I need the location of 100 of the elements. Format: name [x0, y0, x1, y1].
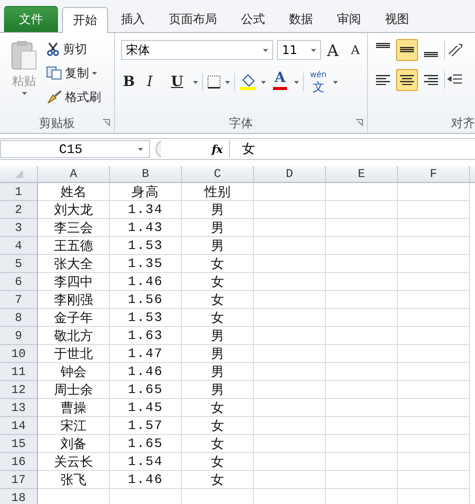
dialog-launcher-icon[interactable]: [356, 119, 363, 126]
border-icon[interactable]: [207, 75, 221, 89]
empty-cell: [398, 381, 470, 399]
table-cell: 身高: [110, 183, 182, 201]
empty-cell: [326, 417, 398, 435]
insert-function-button[interactable]: fx: [212, 142, 223, 156]
table-cell: 女: [182, 291, 254, 309]
dialog-launcher-icon[interactable]: [103, 119, 110, 126]
font-name-field[interactable]: 宋体: [121, 40, 273, 60]
align-middle-icon: [400, 47, 414, 53]
phonetic-button[interactable]: wén 文: [308, 71, 329, 93]
empty-cell: [398, 219, 470, 237]
row-header[interactable]: 3: [0, 219, 38, 237]
align-center-icon: [400, 74, 414, 86]
row-header[interactable]: 8: [0, 309, 38, 327]
empty-cell: [254, 309, 326, 327]
row-header[interactable]: 6: [0, 273, 38, 291]
shrink-font-button[interactable]: A: [349, 39, 369, 61]
bold-button[interactable]: B: [121, 71, 141, 93]
empty-cell: [254, 273, 326, 291]
table-cell: 李三会: [38, 219, 110, 237]
table-cell: 李四中: [38, 273, 110, 291]
fill-bucket-icon[interactable]: [239, 74, 257, 90]
row-header[interactable]: 17: [0, 471, 38, 489]
ribbon-tab[interactable]: 插入: [110, 6, 156, 32]
brush-icon: [46, 90, 62, 104]
table-cell: 男: [182, 219, 254, 237]
table-cell: 男: [182, 327, 254, 345]
format-painter-button[interactable]: 格式刷: [44, 87, 103, 107]
ribbon-tab[interactable]: 开始: [62, 7, 108, 33]
caret-icon: [22, 92, 26, 95]
column-header[interactable]: C: [182, 166, 254, 183]
italic-button[interactable]: I: [145, 71, 165, 93]
column-header[interactable]: E: [326, 166, 398, 183]
font-size-field[interactable]: 11: [277, 40, 321, 60]
table-cell: 女: [182, 399, 254, 417]
underline-button[interactable]: U: [169, 71, 189, 93]
row-header[interactable]: 1: [0, 183, 38, 201]
cut-button[interactable]: 剪切: [44, 39, 103, 59]
copy-button[interactable]: 复制: [44, 63, 103, 83]
align-right-icon: [424, 74, 438, 86]
empty-cell: [398, 273, 470, 291]
empty-cell: [254, 417, 326, 435]
empty-cell: [254, 327, 326, 345]
table-cell: 张飞: [38, 471, 110, 489]
orientation-icon[interactable]: [447, 42, 463, 58]
table-cell: 性别: [182, 183, 254, 201]
align-button[interactable]: [396, 69, 418, 91]
table-cell: 1.65: [110, 435, 182, 453]
table-cell: 1.34: [110, 201, 182, 219]
file-tab[interactable]: 文件: [4, 6, 58, 32]
caret-icon: [332, 80, 338, 84]
table-cell: 于世北: [38, 345, 110, 363]
empty-cell: [398, 183, 470, 201]
row-header[interactable]: 14: [0, 417, 38, 435]
formula-field[interactable]: 女: [230, 140, 255, 158]
empty-cell: [254, 237, 326, 255]
row-header[interactable]: 16: [0, 453, 38, 471]
ribbon-tab[interactable]: 公式: [230, 6, 276, 32]
table-cell: 姓名: [38, 183, 110, 201]
ribbon-tab[interactable]: 视图: [374, 6, 420, 32]
table-cell: 男: [182, 237, 254, 255]
table-cell: 1.53: [110, 309, 182, 327]
column-header[interactable]: F: [398, 166, 470, 183]
row-header[interactable]: 5: [0, 255, 38, 273]
name-box[interactable]: C15: [0, 140, 150, 158]
column-header[interactable]: B: [110, 166, 182, 183]
row-header[interactable]: 11: [0, 363, 38, 381]
caret-icon: [261, 80, 266, 84]
column-header[interactable]: A: [38, 166, 110, 183]
table-cell: 1.63: [110, 327, 182, 345]
row-header[interactable]: 9: [0, 327, 38, 345]
align-button[interactable]: [396, 39, 418, 61]
ribbon-tab[interactable]: 数据: [278, 6, 324, 32]
ribbon-tab[interactable]: 页面布局: [158, 6, 228, 32]
empty-cell: [398, 345, 470, 363]
empty-cell: [398, 453, 470, 471]
row-header[interactable]: 7: [0, 291, 38, 309]
table-cell: 女: [182, 453, 254, 471]
empty-cell: [326, 219, 398, 237]
table-cell: 男: [182, 201, 254, 219]
empty-cell: [254, 345, 326, 363]
grow-font-button[interactable]: A: [325, 39, 345, 61]
table-cell: 女: [182, 417, 254, 435]
row-header[interactable]: 10: [0, 345, 38, 363]
row-header[interactable]: 12: [0, 381, 38, 399]
font-color-button[interactable]: A: [270, 71, 290, 93]
row-header[interactable]: 13: [0, 399, 38, 417]
empty-cell: [326, 183, 398, 201]
empty-cell: [326, 345, 398, 363]
ribbon-tab[interactable]: 审阅: [326, 6, 372, 32]
column-header[interactable]: D: [254, 166, 326, 183]
empty-cell: [326, 201, 398, 219]
row-header[interactable]: 2: [0, 201, 38, 219]
empty-cell: [398, 237, 470, 255]
table-cell: 1.46: [110, 273, 182, 291]
empty-cell: [326, 237, 398, 255]
row-header[interactable]: 18: [0, 489, 38, 504]
row-header[interactable]: 15: [0, 435, 38, 453]
row-header[interactable]: 4: [0, 237, 38, 255]
